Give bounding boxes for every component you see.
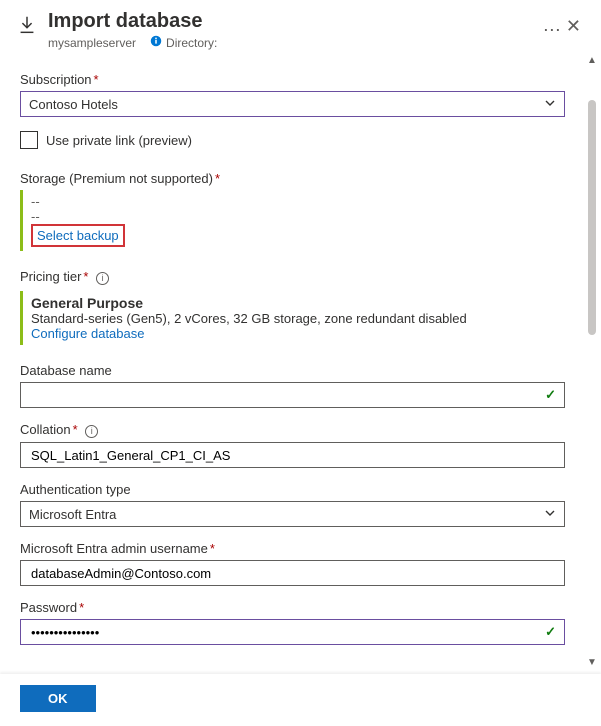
dbname-input-wrapper: ✓ — [20, 382, 565, 408]
check-icon: ✓ — [545, 387, 556, 403]
import-database-icon — [16, 14, 38, 39]
info-icon — [150, 35, 162, 50]
collation-label: Collation — [20, 422, 71, 437]
authtype-select[interactable]: Microsoft Entra — [20, 501, 565, 527]
more-options-button[interactable]: ⋯ — [543, 20, 562, 41]
ok-button[interactable]: OK — [20, 685, 96, 712]
subscription-label: Subscription — [20, 72, 92, 87]
select-backup-highlight: Select backup — [31, 224, 125, 247]
select-backup-link[interactable]: Select backup — [37, 228, 119, 243]
password-input[interactable] — [29, 624, 545, 641]
collation-input[interactable] — [29, 447, 556, 464]
storage-line1: -- — [31, 194, 565, 209]
subscription-select[interactable]: Contoso Hotels — [20, 91, 565, 117]
check-icon: ✓ — [545, 624, 556, 640]
close-button[interactable]: ✕ — [562, 10, 585, 43]
pricing-info-icon[interactable]: i — [96, 272, 109, 285]
page-title: Import database — [48, 10, 537, 33]
scroll-down-arrow-icon[interactable]: ▼ — [585, 658, 599, 668]
scroll-up-arrow-icon[interactable]: ▲ — [585, 56, 599, 66]
directory-label: Directory: — [166, 36, 217, 50]
admin-username-input[interactable] — [29, 565, 556, 582]
pricing-label: Pricing tier — [20, 269, 81, 284]
configure-database-link[interactable]: Configure database — [31, 326, 144, 341]
chevron-down-icon — [544, 507, 556, 522]
authtype-label: Authentication type — [20, 482, 131, 497]
vertical-scrollbar[interactable]: ▲ ▼ — [585, 56, 599, 668]
pricing-desc: Standard-series (Gen5), 2 vCores, 32 GB … — [31, 311, 565, 326]
storage-block: -- -- Select backup — [20, 190, 565, 251]
dbname-label: Database name — [20, 363, 112, 378]
private-link-label: Use private link (preview) — [46, 133, 192, 148]
chevron-down-icon — [544, 97, 556, 112]
admin-label: Microsoft Entra admin username — [20, 541, 208, 556]
collation-info-icon[interactable]: i — [85, 425, 98, 438]
dbname-input[interactable] — [29, 387, 545, 404]
password-input-wrapper: ✓ — [20, 619, 565, 645]
private-link-checkbox[interactable] — [20, 131, 38, 149]
pricing-block: General Purpose Standard-series (Gen5), … — [20, 291, 565, 345]
storage-label: Storage (Premium not supported) — [20, 171, 213, 186]
collation-input-wrapper — [20, 442, 565, 468]
authtype-value: Microsoft Entra — [29, 507, 116, 522]
storage-line2: -- — [31, 209, 565, 224]
subscription-value: Contoso Hotels — [29, 97, 118, 112]
server-name: mysampleserver — [48, 36, 136, 50]
password-label: Password — [20, 600, 77, 615]
admin-input-wrapper — [20, 560, 565, 586]
pricing-title: General Purpose — [31, 295, 565, 311]
scrollbar-thumb[interactable] — [588, 100, 596, 335]
